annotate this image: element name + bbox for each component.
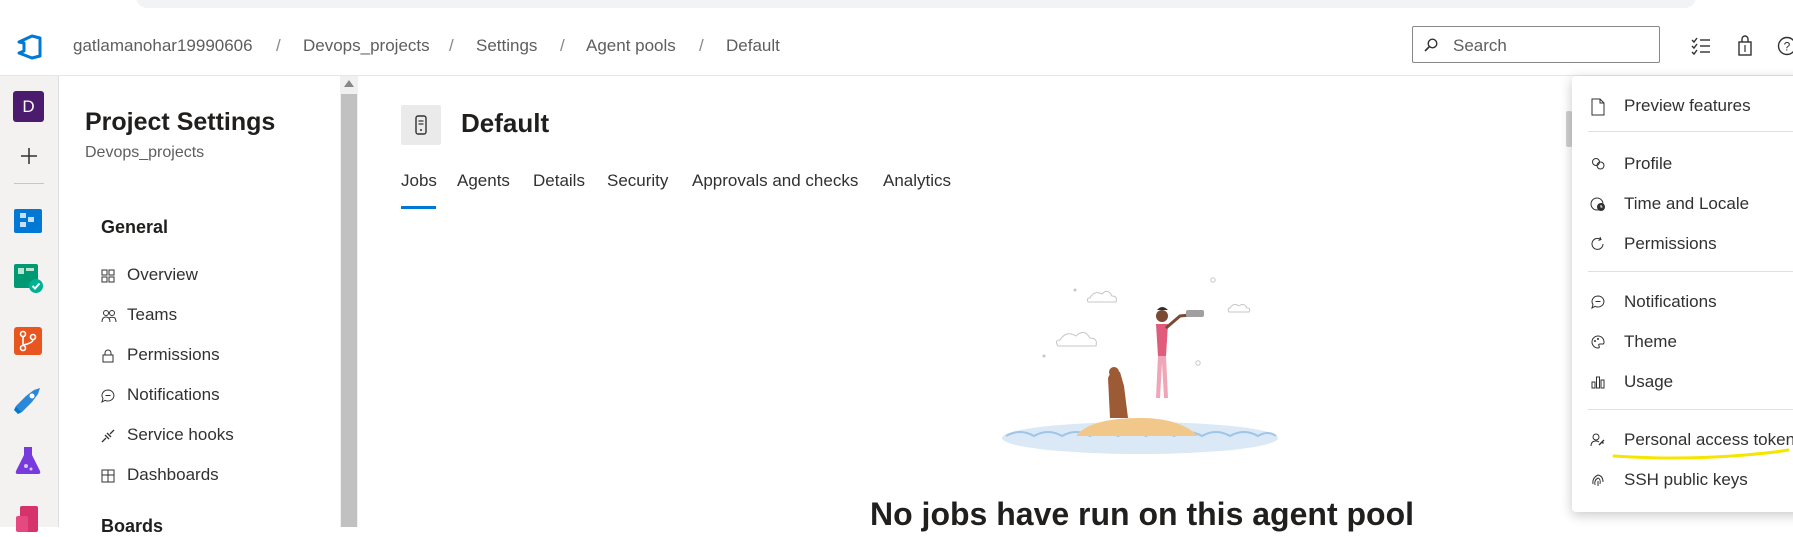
menu-item-label: Profile	[1624, 154, 1672, 174]
agent-pool-title: Default	[461, 108, 549, 139]
search-input[interactable]	[1451, 33, 1655, 59]
yellow-highlight-underline	[1612, 448, 1790, 462]
menu-item-time-and-locale[interactable]: Time and Locale	[1590, 189, 1793, 219]
search-icon	[1424, 38, 1438, 52]
clock-globe-icon	[1590, 196, 1606, 212]
menu-item-profile[interactable]: Profile	[1590, 149, 1793, 179]
key-person-icon	[1590, 432, 1606, 448]
menu-item-label: Notifications	[1624, 292, 1717, 312]
sidebar-item-label: Teams	[127, 305, 177, 325]
header-divider	[0, 75, 1793, 76]
agent-pool-icon	[401, 105, 441, 145]
breadcrumb-separator: /	[699, 36, 704, 56]
organization-avatar[interactable]: D	[13, 91, 44, 122]
artifacts-flask-icon[interactable]	[12, 444, 44, 476]
menu-divider	[1588, 271, 1793, 272]
sidebar-item-label: Dashboards	[127, 465, 219, 485]
teams-icon	[101, 309, 117, 323]
overview-icon	[101, 269, 115, 283]
test-plans-check-icon[interactable]	[12, 262, 44, 294]
sidebar-item-overview[interactable]: Overview	[101, 264, 331, 290]
sidebar-item-label: Permissions	[127, 345, 220, 365]
profile-icon	[1590, 156, 1606, 172]
breadcrumb-agent-pools[interactable]: Agent pools	[586, 36, 676, 56]
project-name-subtitle: Devops_projects	[85, 144, 204, 162]
extra-app-icon[interactable]	[12, 502, 44, 534]
menu-item-label: Preview features	[1624, 96, 1751, 116]
empty-state-message: No jobs have run on this agent pool	[870, 496, 1414, 533]
tab-agents[interactable]: Agents	[457, 171, 510, 191]
repos-icon[interactable]	[12, 325, 44, 357]
breadcrumb-project[interactable]: Devops_projects	[303, 36, 430, 56]
sidebar-scroll-thumb[interactable]	[341, 94, 357, 527]
general-section-heading: General	[101, 217, 168, 238]
menu-item-notifications[interactable]: Notifications	[1590, 287, 1793, 317]
tab-security[interactable]: Security	[607, 171, 668, 191]
tab-details[interactable]: Details	[533, 171, 585, 191]
menu-item-theme[interactable]: Theme	[1590, 327, 1793, 357]
add-icon[interactable]	[18, 145, 40, 167]
chat-bubble-icon	[1590, 294, 1606, 310]
tab-analytics[interactable]: Analytics	[883, 171, 951, 191]
breadcrumb-settings[interactable]: Settings	[476, 36, 537, 56]
sidebar-item-notifications[interactable]: Notifications	[101, 384, 331, 410]
menu-item-label: SSH public keys	[1624, 470, 1748, 490]
document-icon	[1590, 98, 1606, 116]
tab-approvals-and-checks[interactable]: Approvals and checks	[692, 171, 858, 191]
menu-item-label: Usage	[1624, 372, 1673, 392]
chart-icon	[1590, 374, 1606, 390]
sidebar-item-dashboards[interactable]: Dashboards	[101, 464, 331, 490]
refresh-icon	[1590, 236, 1606, 252]
svg-text:?: ?	[1784, 40, 1791, 54]
empty-state-illustration	[1000, 268, 1280, 468]
rail-divider	[14, 183, 44, 184]
browser-address-strip	[0, 0, 1793, 14]
sidebar-item-label: Notifications	[127, 385, 220, 405]
menu-divider	[1588, 409, 1793, 410]
menu-item-usage[interactable]: Usage	[1590, 367, 1793, 397]
boards-icon[interactable]	[12, 205, 44, 237]
tab-jobs[interactable]: Jobs	[401, 171, 437, 191]
shopping-bag-icon[interactable]	[1733, 34, 1757, 58]
breadcrumb-separator: /	[276, 36, 281, 56]
search-box[interactable]	[1412, 26, 1660, 63]
menu-item-label: Time and Locale	[1624, 194, 1749, 214]
scroll-up-arrow-icon[interactable]	[344, 80, 354, 87]
dashboard-icon	[101, 469, 115, 483]
menu-item-label: Personal access tokens	[1624, 430, 1793, 450]
breadcrumb-organization[interactable]: gatlamanohar19990606	[73, 36, 253, 56]
breadcrumb-separator: /	[560, 36, 565, 56]
menu-item-preview-features[interactable]: Preview features	[1590, 91, 1793, 121]
checklist-icon[interactable]	[1689, 34, 1713, 58]
active-tab-indicator	[401, 206, 436, 209]
sidebar-item-service-hooks[interactable]: Service hooks	[101, 424, 331, 450]
pipelines-icon[interactable]	[12, 384, 44, 416]
sidebar-item-permissions[interactable]: Permissions	[101, 344, 331, 370]
menu-item-label: Theme	[1624, 332, 1677, 352]
agent-pool-icon-box	[401, 105, 441, 145]
azure-devops-logo-icon[interactable]	[16, 34, 44, 60]
project-settings-title: Project Settings	[85, 108, 275, 137]
palette-icon	[1590, 334, 1606, 350]
sidebar-item-label: Overview	[127, 265, 198, 285]
menu-divider	[1588, 131, 1793, 132]
breadcrumb-default[interactable]: Default	[726, 36, 780, 56]
sidebar-item-label: Service hooks	[127, 425, 234, 445]
menu-item-ssh-public-keys[interactable]: SSH public keys	[1590, 465, 1793, 495]
browser-url-bar[interactable]	[136, 0, 1696, 8]
menu-item-label: Permissions	[1624, 234, 1717, 254]
chat-bubble-icon	[101, 389, 115, 403]
breadcrumb-separator: /	[449, 36, 454, 56]
sidebar-item-teams[interactable]: Teams	[101, 304, 331, 330]
fingerprint-icon	[1590, 472, 1606, 488]
menu-item-permissions[interactable]: Permissions	[1590, 229, 1793, 259]
help-icon[interactable]: ?	[1775, 34, 1793, 58]
hook-icon	[101, 429, 115, 443]
lock-icon	[101, 349, 115, 363]
